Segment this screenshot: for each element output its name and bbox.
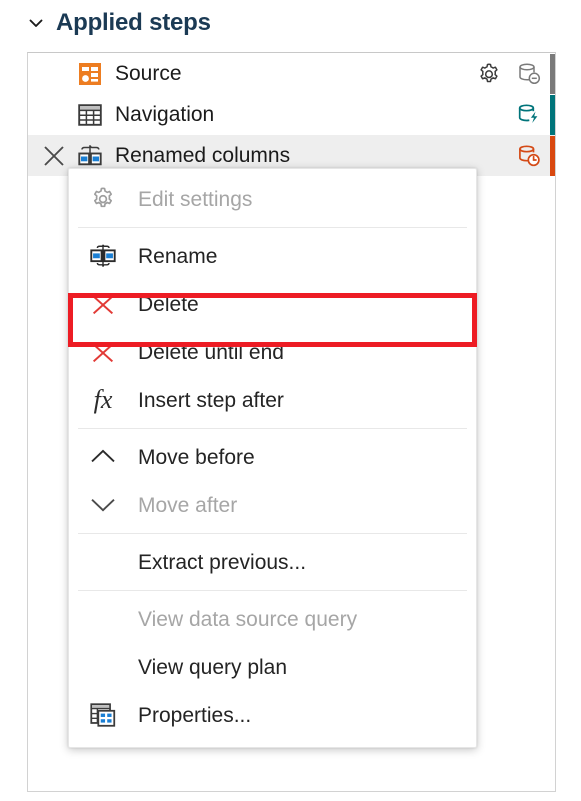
page-title: Applied steps xyxy=(56,9,211,36)
delete-x-icon[interactable] xyxy=(41,143,67,169)
database-clock-icon xyxy=(514,141,544,171)
menu-item-view-data-source-query[interactable]: View data source query xyxy=(69,595,476,643)
menu-item-label: Extract previous... xyxy=(138,550,307,574)
menu-item-label: Edit settings xyxy=(138,187,253,211)
applied-steps-header[interactable]: Applied steps xyxy=(0,0,581,46)
delete-x-icon xyxy=(85,288,121,320)
properties-icon xyxy=(85,699,121,731)
menu-item-properties[interactable]: Properties... xyxy=(69,691,476,739)
menu-item-label: Delete until end xyxy=(138,340,284,364)
chevron-down-icon[interactable] xyxy=(27,14,45,32)
menu-item-delete[interactable]: Delete xyxy=(69,280,476,328)
step-status-bar xyxy=(550,94,555,135)
menu-item-move-after[interactable]: Move after xyxy=(69,481,476,529)
chevron-up-icon xyxy=(85,441,121,473)
rename-columns-step-icon xyxy=(76,142,104,170)
step-row-source[interactable]: Source xyxy=(28,53,555,94)
table-step-icon xyxy=(76,101,104,129)
menu-item-rename[interactable]: Rename xyxy=(69,232,476,280)
step-label: Source xyxy=(115,62,182,85)
menu-item-label: Delete xyxy=(138,292,199,316)
menu-item-view-query-plan[interactable]: View query plan xyxy=(69,643,476,691)
database-minus-icon xyxy=(514,59,544,89)
step-row-actions xyxy=(474,53,555,94)
step-context-menu: Edit settings Rename Delete Delete until… xyxy=(68,168,477,748)
step-status-bar xyxy=(550,53,555,94)
menu-separator xyxy=(78,428,467,429)
menu-separator xyxy=(78,533,467,534)
menu-item-move-before[interactable]: Move before xyxy=(69,433,476,481)
database-folding-icon xyxy=(514,100,544,130)
source-step-icon xyxy=(76,60,104,88)
menu-item-label: Move after xyxy=(138,493,238,517)
step-row-actions xyxy=(514,94,555,135)
menu-item-label: Properties... xyxy=(138,703,252,727)
rename-icon xyxy=(85,240,121,272)
gear-icon[interactable] xyxy=(474,59,504,89)
step-label: Renamed columns xyxy=(115,144,291,167)
step-row-actions xyxy=(514,135,555,176)
fx-icon: fx xyxy=(93,385,113,414)
menu-item-delete-until-end[interactable]: Delete until end xyxy=(69,328,476,376)
menu-item-edit-settings[interactable]: Edit settings xyxy=(69,175,476,223)
menu-separator xyxy=(78,590,467,591)
menu-item-label: View query plan xyxy=(138,655,288,679)
gear-icon xyxy=(85,183,121,215)
chevron-down-icon xyxy=(85,489,121,521)
menu-item-insert-step-after[interactable]: fx Insert step after xyxy=(69,376,476,424)
delete-x-icon xyxy=(85,336,121,368)
menu-item-label: Insert step after xyxy=(138,388,284,412)
menu-item-label: Move before xyxy=(138,445,255,469)
menu-separator xyxy=(78,227,467,228)
step-status-bar xyxy=(550,135,555,176)
step-label: Navigation xyxy=(115,103,215,126)
menu-item-label: Rename xyxy=(138,244,218,268)
menu-item-extract-previous[interactable]: Extract previous... xyxy=(69,538,476,586)
step-row-navigation[interactable]: Navigation xyxy=(28,94,555,135)
menu-item-label: View data source query xyxy=(138,607,358,631)
